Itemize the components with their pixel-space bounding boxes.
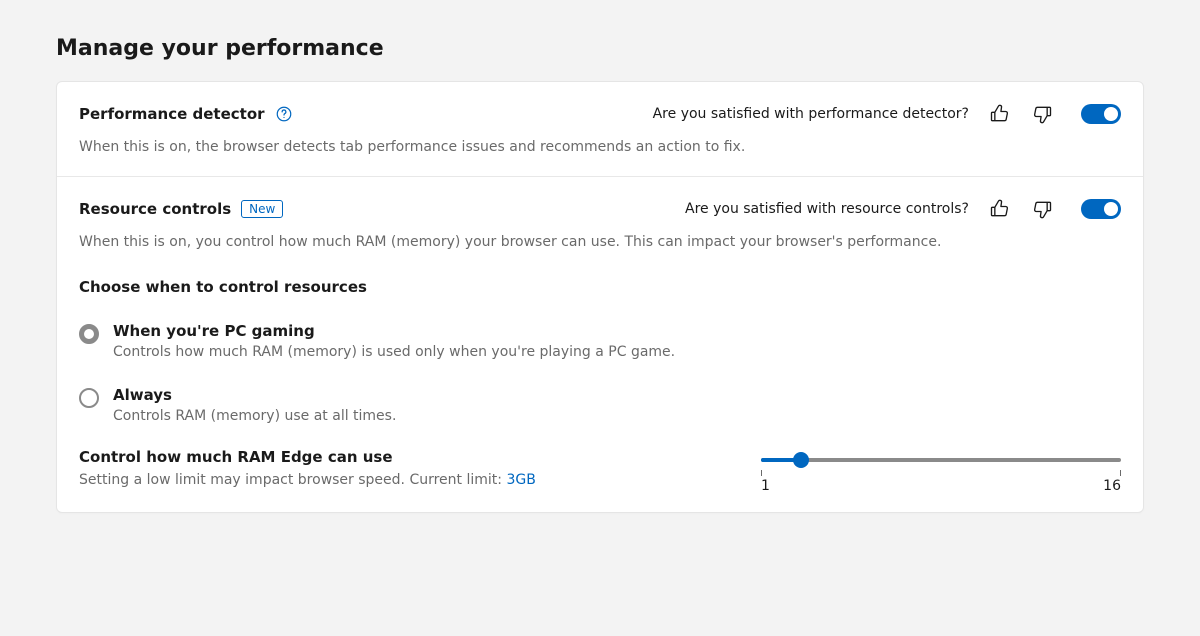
resource-controls-title: Resource controls	[79, 200, 231, 218]
ram-slider[interactable]	[761, 450, 1121, 470]
resource-controls-feedback-prompt: Are you satisfied with resource controls…	[685, 201, 969, 217]
resource-controls-desc: When this is on, you control how much RA…	[79, 233, 1121, 253]
slider-thumb[interactable]	[793, 452, 809, 468]
radio-button-icon[interactable]	[79, 324, 99, 344]
ram-limit-desc: Setting a low limit may impact browser s…	[79, 472, 721, 488]
slider-min-label: 1	[761, 478, 770, 494]
thumbs-down-icon[interactable]	[1029, 195, 1057, 223]
slider-max-label: 16	[1103, 478, 1121, 494]
radio-label: When you're PC gaming	[113, 322, 1121, 340]
performance-card: Performance detector Are you satisfied w…	[56, 81, 1144, 513]
new-badge: New	[241, 200, 283, 218]
perf-detector-feedback-prompt: Are you satisfied with performance detec…	[653, 106, 969, 122]
radio-option-always[interactable]: Always Controls RAM (memory) use at all …	[79, 376, 1121, 440]
thumbs-up-icon[interactable]	[985, 195, 1013, 223]
thumbs-down-icon[interactable]	[1029, 100, 1057, 128]
radio-option-pc-gaming[interactable]: When you're PC gaming Controls how much …	[79, 312, 1121, 376]
thumbs-up-icon[interactable]	[985, 100, 1013, 128]
radio-desc: Controls how much RAM (memory) is used o…	[113, 344, 1121, 360]
page-title: Manage your performance	[56, 36, 1144, 61]
resource-controls-toggle[interactable]	[1081, 199, 1121, 219]
radio-desc: Controls RAM (memory) use at all times.	[113, 408, 1121, 424]
performance-detector-section: Performance detector Are you satisfied w…	[57, 82, 1143, 176]
radio-label: Always	[113, 386, 1121, 404]
performance-detector-desc: When this is on, the browser detects tab…	[79, 138, 1121, 158]
help-icon[interactable]	[275, 105, 293, 123]
ram-limit-title: Control how much RAM Edge can use	[79, 448, 721, 466]
radio-button-icon[interactable]	[79, 388, 99, 408]
performance-detector-title: Performance detector	[79, 105, 265, 123]
ram-current-limit-link[interactable]: 3GB	[506, 472, 535, 488]
performance-detector-toggle[interactable]	[1081, 104, 1121, 124]
resource-controls-section: Resource controls New Are you satisfied …	[57, 177, 1143, 513]
choose-when-title: Choose when to control resources	[79, 278, 1121, 296]
